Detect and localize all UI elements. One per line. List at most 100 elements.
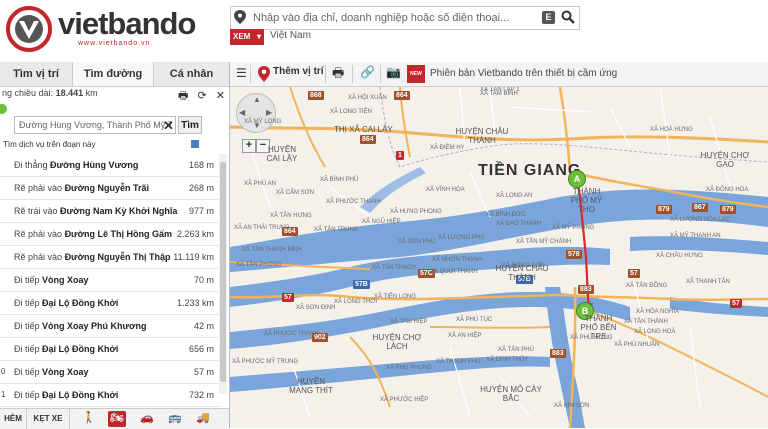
route-step[interactable]: Đi tiếp Vòng Xoay Phú Khương 42 m [0, 315, 220, 338]
step-distance: 977 m [188, 206, 214, 216]
road-shield: 864 [394, 91, 410, 100]
toolbar-divider [325, 65, 326, 83]
place-label: XÃ NHƠN THẠNH [432, 257, 483, 263]
route-summary: ng chiều dài: 18.441 km 🖶 ⟳ ✕ [0, 87, 229, 102]
motorbike-mode-icon[interactable]: 🏍 [108, 411, 126, 427]
place-label: XÃ TÂN THÀNH [624, 319, 668, 325]
tab-find-location[interactable]: Tìm vị trí [0, 62, 73, 86]
place-label: XÃ QUỚI THÀNH [430, 269, 478, 275]
route-step[interactable]: Rẽ trái vào Đường Nam Kỳ Khởi Nghĩa 977 … [0, 200, 220, 223]
step-index: 1 [1, 390, 6, 399]
place-label: XÃ LƯƠNG HÒA LẠC [670, 217, 730, 223]
route-step[interactable]: Đi tiếp Đại Lộ Đồng Khởi 656 m [0, 338, 220, 361]
place-label: XÃ KIM SƠN [554, 403, 590, 409]
mobile-promo-link[interactable]: Phiên bản Vietbando trên thiết bị cầm ứn… [430, 68, 617, 79]
tab-alley[interactable]: HẺM [0, 409, 27, 429]
place-label: XÃ TÂN ĐỒNG [626, 283, 668, 289]
step-text: Rẽ trái vào Đường Nam Kỳ Khởi Nghĩa [14, 206, 177, 216]
place-label: XÃ VĨNH HÒA [426, 187, 465, 193]
destination-input[interactable] [14, 116, 176, 134]
route-step[interactable]: Đi tiếp Vòng Xoay 70 m [0, 269, 220, 292]
add-location-button[interactable]: Thêm vị trí [273, 66, 324, 77]
pan-right-icon[interactable]: ▶ [266, 108, 272, 117]
link-icon[interactable]: 🔗 [360, 65, 375, 79]
search-icon[interactable] [561, 10, 575, 24]
walk-mode-icon[interactable]: 🚶 [80, 411, 98, 427]
steps-scrollbar[interactable] [219, 154, 227, 394]
close-icon[interactable]: ✕ [216, 89, 225, 102]
place-label: XÃ PHÚ NHUẬN [614, 342, 660, 348]
pan-left-icon[interactable]: ◀ [239, 108, 245, 117]
place-label: XÃ HOÀ HƯNG [650, 127, 693, 133]
place-label: XÃ PHÚ AN [244, 181, 277, 187]
route-step[interactable]: 0 Đi tiếp Vòng Xoay 57 m [0, 361, 220, 384]
route-step[interactable]: Rẽ phải vào Đường Nguyễn Trãi 268 m [0, 177, 220, 200]
province-label: TIỀN GIANG [478, 162, 582, 179]
place-label: XÃ MỸ LONG [244, 119, 282, 125]
truck-mode-icon[interactable]: 🚚 [194, 411, 212, 427]
district-label: HUYỆN CAI LẬY [266, 145, 298, 163]
place-label: XÃ PHƯỚC MỸ TRUNG [232, 359, 299, 365]
tab-personal[interactable]: Cá nhân [154, 62, 229, 86]
route-step[interactable]: Rẽ phải vào Đường Lê Thị Hồng Gấm 2.263 … [0, 223, 220, 246]
route-start-marker[interactable]: A [568, 170, 586, 188]
route-steps: Đi thẳng Đường Hùng Vương 168 m Rẽ phải … [0, 154, 220, 407]
route-step[interactable]: Rẽ phải vào Đường Nguyễn Thị Thập 11.119… [0, 246, 220, 269]
road-shield: 864 [360, 135, 376, 144]
place-label: XÃ TÂN LẬP 1 [480, 87, 520, 93]
pan-up-icon[interactable]: ▲ [253, 95, 261, 104]
scrollbar-thumb[interactable] [220, 162, 226, 382]
district-label: THỊ XÃ CAI LẬY [334, 125, 393, 134]
place-label: XÃ CẨM SƠN [276, 190, 315, 196]
services-icon [191, 140, 199, 148]
step-distance: 1.233 km [176, 298, 214, 308]
destination-marker-icon [0, 104, 7, 114]
place-label: XÃ TAM HIỆP [390, 319, 428, 325]
step-distance: 2.263 km [176, 229, 214, 239]
find-route-button[interactable]: Tìm [178, 116, 202, 134]
road-shield: 578 [566, 250, 582, 259]
email-search-toggle[interactable]: E [542, 11, 555, 24]
pan-control[interactable]: ▲ ▼ ◀ ▶ [236, 93, 276, 133]
print-map-icon[interactable]: 🖶 [332, 64, 344, 86]
car-mode-icon[interactable]: 🚗 [138, 411, 156, 427]
search-input[interactable] [251, 9, 545, 27]
destination-row: ✕ Tìm [0, 104, 229, 136]
step-distance: 656 m [188, 344, 214, 354]
place-label: XÃ HÒA NGHĨA [636, 309, 680, 315]
search-services-link[interactable]: Tìm dịch vụ trên đoạn này [3, 140, 199, 149]
road-shield: 879 [720, 205, 736, 214]
view-button[interactable]: XEM ▾ [230, 29, 264, 45]
clear-destination-icon[interactable]: ✕ [163, 118, 174, 134]
search-box: E [230, 6, 580, 30]
place-label: XÃ PHÚ HƯNG [570, 335, 613, 341]
step-action: Đi tiếp [14, 275, 40, 285]
route-step[interactable]: Đi tiếp Đại Lộ Đồng Khởi 1.233 km [0, 292, 220, 315]
place-label: XÃ LONG AN [496, 193, 533, 199]
route-step[interactable]: 1 Đi tiếp Đại Lộ Đồng Khởi 732 m [0, 384, 220, 407]
print-icon[interactable]: 🖶 [178, 87, 188, 106]
route-step[interactable]: Đi thẳng Đường Hùng Vương 168 m [0, 154, 220, 177]
map-view[interactable]: ▲ ▼ ◀ ▶ + − TIỀN GIANG A B 868 864 864 1… [230, 87, 768, 428]
step-action: Đi thẳng [14, 160, 48, 170]
camera-icon[interactable]: 📷 [386, 65, 401, 79]
place-label: XÃ ĐỊNH THỦY [486, 357, 529, 363]
place-label: XÃ TÂN HƯNG [270, 213, 312, 219]
bus-mode-icon[interactable]: 🚌 [166, 411, 184, 427]
view-button-label: XEM [233, 32, 251, 41]
route-panel: Tìm vị trí Tìm đường Cá nhân ng chiều dà… [0, 62, 230, 429]
tab-traffic-jam[interactable]: KẸT XE [27, 409, 70, 429]
road-864 [558, 87, 572, 173]
tab-find-route[interactable]: Tìm đường [73, 62, 154, 86]
place-label: XÃ TÂN THẠCH [372, 265, 416, 271]
menu-toggle-icon[interactable]: ☰ [236, 66, 247, 80]
chevron-down-icon: ▾ [256, 32, 261, 41]
refresh-icon[interactable]: ⟳ [198, 89, 207, 102]
road-shield: 868 [308, 91, 324, 100]
step-action: Đi tiếp [14, 344, 40, 354]
step-action: Rẽ trái vào [14, 206, 58, 216]
vietbando-logo[interactable]: vietbando www.vietbando.vn [6, 4, 226, 56]
step-street: Vòng Xoay Phú Khương [42, 321, 147, 331]
place-label: XÃ BÌNH PHÚ [320, 177, 359, 183]
zoom-in-button[interactable]: + [242, 139, 256, 153]
